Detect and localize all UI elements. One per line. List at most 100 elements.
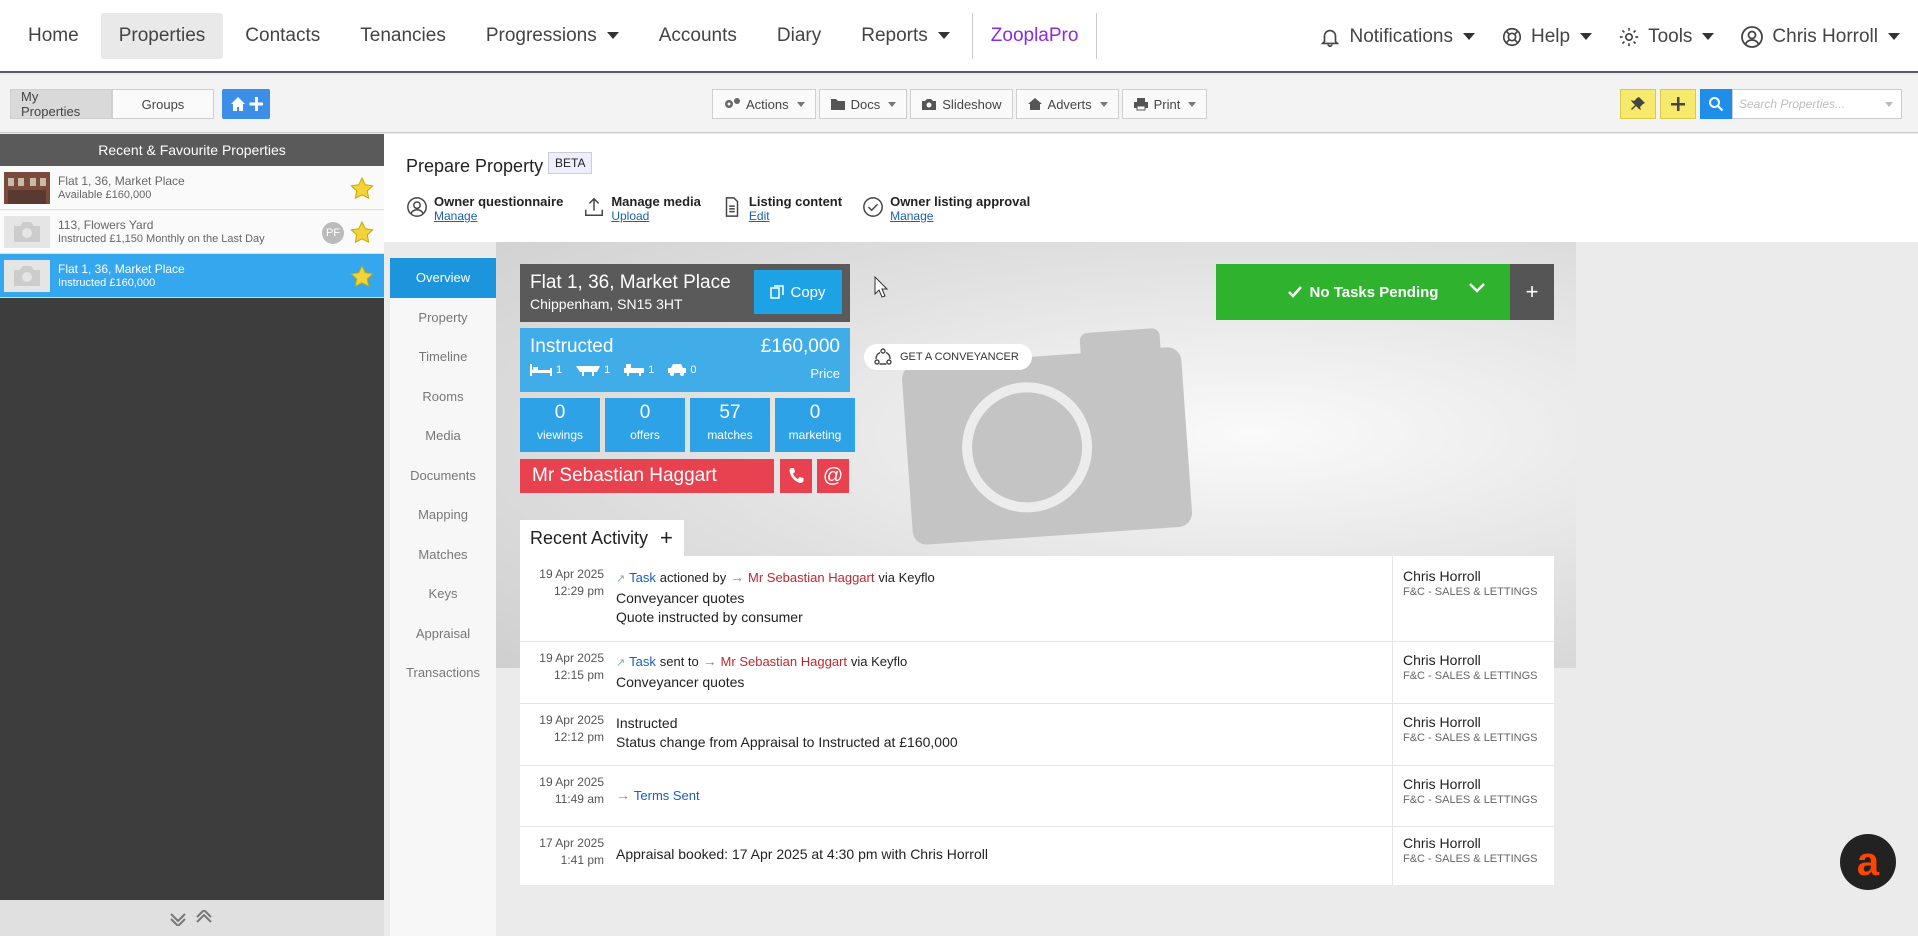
gear-icon xyxy=(1619,27,1639,46)
stat-value: 57 xyxy=(719,402,741,423)
activity-body: Appraisal booked: 17 Apr 2025 at 4:30 pm… xyxy=(616,827,1392,885)
activity-user-name: Chris Horroll xyxy=(1403,714,1481,730)
folder-icon xyxy=(830,99,845,110)
assistant-logo-icon: a xyxy=(1856,839,1880,884)
nav-diary[interactable]: Diary xyxy=(759,13,839,59)
step-owner-questionnaire: Owner questionnaire Manage xyxy=(406,194,563,223)
sidebar-item-name: 113, Flowers Yard xyxy=(58,217,154,232)
activity-date: 17 Apr 2025 1:41 pm xyxy=(520,827,616,885)
listing-content-edit-link[interactable]: Edit xyxy=(749,209,842,223)
main-content: Prepare Property BETA Owner questionnair… xyxy=(384,134,1918,936)
nav-home[interactable]: Home xyxy=(10,13,97,59)
get-a-conveyancer-button[interactable]: GET A CONVEYANCER xyxy=(864,344,1032,370)
property-thumbnail xyxy=(4,171,50,204)
add-task-button[interactable]: + xyxy=(1510,264,1554,320)
activity-body: → Terms Sent xyxy=(616,766,1392,826)
stat-offers[interactable]: 0 offers xyxy=(605,398,685,452)
nav-tenancies[interactable]: Tenancies xyxy=(342,13,464,59)
plus-icon xyxy=(1671,97,1685,111)
search-input[interactable]: Search Properties... xyxy=(1732,89,1902,119)
stat-viewings[interactable]: 0 viewings xyxy=(520,398,600,452)
external-link-icon: ↗ xyxy=(616,573,626,585)
subnav-mapping[interactable]: Mapping xyxy=(390,495,496,535)
no-tasks-pending-button[interactable]: No Tasks Pending xyxy=(1216,264,1510,320)
sidebar-property-item[interactable]: 113, Flowers Yard Instructed £1,150 Mont… xyxy=(0,210,384,254)
notifications-menu[interactable]: Notifications xyxy=(1319,26,1475,48)
sidebar-property-item[interactable]: Flat 1, 36, Market Place Available £160,… xyxy=(0,166,384,210)
caret-down-icon xyxy=(1099,101,1108,107)
nav-accounts[interactable]: Accounts xyxy=(641,13,755,59)
prepare-property-title: Prepare Property xyxy=(406,156,544,176)
actions-dropdown[interactable]: Actions xyxy=(712,89,816,119)
docs-dropdown[interactable]: Docs xyxy=(818,89,908,119)
nav-zooplapro[interactable]: ZooplaPro xyxy=(971,12,1098,59)
pin-button[interactable] xyxy=(1620,89,1656,119)
tools-menu[interactable]: Tools xyxy=(1618,26,1715,48)
activity-row: 19 Apr 2025 12:29 pm ↗ Task actioned by →… xyxy=(520,556,1554,642)
add-button[interactable] xyxy=(1660,89,1696,119)
nav-progressions[interactable]: Progressions xyxy=(468,13,637,59)
property-thumbnail xyxy=(4,215,50,248)
stat-matches[interactable]: 57 matches xyxy=(690,398,770,452)
chevron-down-icon[interactable] xyxy=(1468,282,1486,294)
activity-list: 19 Apr 2025 12:29 pm ↗ Task actioned by →… xyxy=(520,556,1554,885)
manage-media-upload-link[interactable]: Upload xyxy=(611,209,701,223)
owner-questionnaire-manage-link[interactable]: Manage xyxy=(434,209,563,223)
chevron-up-down-icon xyxy=(170,910,212,926)
sidebar-item-status: Instructed £1,150 Monthly on the Last Da… xyxy=(58,232,265,245)
person-link[interactable]: Mr Sebastian Haggart xyxy=(748,570,874,585)
user-menu[interactable]: Chris Horroll xyxy=(1740,25,1900,49)
activity-row: 19 Apr 2025 11:49 am → Terms Sent Chris H… xyxy=(520,766,1554,827)
subnav-rooms[interactable]: Rooms xyxy=(390,377,496,417)
groups-button[interactable]: Groups xyxy=(112,89,214,119)
activity-line: Status change from Appraisal to Instruct… xyxy=(616,734,958,750)
caret-down-icon xyxy=(1188,101,1197,107)
sidebar-collapse-toggle[interactable] xyxy=(0,900,384,936)
slideshow-label: Slideshow xyxy=(942,96,1002,112)
nav-properties[interactable]: Properties xyxy=(100,12,224,59)
owner-name[interactable]: Mr Sebastian Haggart xyxy=(520,459,774,493)
subnav-documents[interactable]: Documents xyxy=(390,456,496,496)
home-plus-icon xyxy=(231,97,263,111)
slideshow-button[interactable]: Slideshow xyxy=(910,89,1013,119)
printer-icon xyxy=(1133,98,1148,111)
sofa-icon xyxy=(576,366,601,376)
subnav-media[interactable]: Media xyxy=(390,416,496,456)
owner-listing-approval-manage-link[interactable]: Manage xyxy=(890,209,1030,223)
subnav-overview[interactable]: Overview xyxy=(390,258,506,298)
my-properties-button[interactable]: My Properties xyxy=(10,89,112,119)
search-button[interactable] xyxy=(1700,89,1732,119)
subnav-appraisal[interactable]: Appraisal xyxy=(390,614,496,654)
nav-reports[interactable]: Reports xyxy=(843,13,968,59)
subnav-keys[interactable]: Keys xyxy=(390,574,496,614)
pin-icon xyxy=(1631,97,1645,110)
sidebar-property-item-selected[interactable]: Flat 1, 36, Market Place Instructed £160… xyxy=(0,254,384,298)
add-home-button[interactable] xyxy=(222,89,270,119)
task-link[interactable]: Task xyxy=(629,654,656,669)
help-menu[interactable]: Help xyxy=(1501,26,1593,48)
person-link[interactable]: Mr Sebastian Haggart xyxy=(721,654,847,669)
terms-sent-link[interactable]: Terms Sent xyxy=(634,788,700,803)
star-icon[interactable] xyxy=(350,177,374,199)
stat-marketing[interactable]: 0 marketing xyxy=(775,398,855,452)
recent-activity-title: Recent Activity xyxy=(530,527,649,548)
email-owner-button[interactable]: @ xyxy=(817,459,849,493)
assistant-fab-button[interactable]: a xyxy=(1840,834,1896,890)
call-owner-button[interactable] xyxy=(780,459,812,493)
subnav-timeline[interactable]: Timeline xyxy=(390,337,496,377)
adverts-dropdown[interactable]: Adverts xyxy=(1015,89,1119,119)
task-link[interactable]: Task xyxy=(629,570,656,585)
add-activity-plus-icon[interactable]: + xyxy=(660,525,673,551)
toolbar-right: Search Properties... xyxy=(1620,89,1902,119)
nav-reports-label: Reports xyxy=(861,24,928,46)
print-dropdown[interactable]: Print xyxy=(1121,89,1208,119)
subnav-matches[interactable]: Matches xyxy=(390,535,496,575)
star-icon[interactable] xyxy=(350,221,374,243)
status-card: Instructed £160,000 Price 1 1 1 0 xyxy=(520,328,850,392)
arrow-right-icon: → xyxy=(702,653,717,669)
nav-contacts[interactable]: Contacts xyxy=(227,13,338,59)
star-icon[interactable] xyxy=(350,265,374,287)
subnav-property[interactable]: Property xyxy=(390,298,496,338)
subnav-transactions[interactable]: Transactions xyxy=(390,653,496,693)
copy-address-button[interactable]: Copy xyxy=(754,270,842,314)
